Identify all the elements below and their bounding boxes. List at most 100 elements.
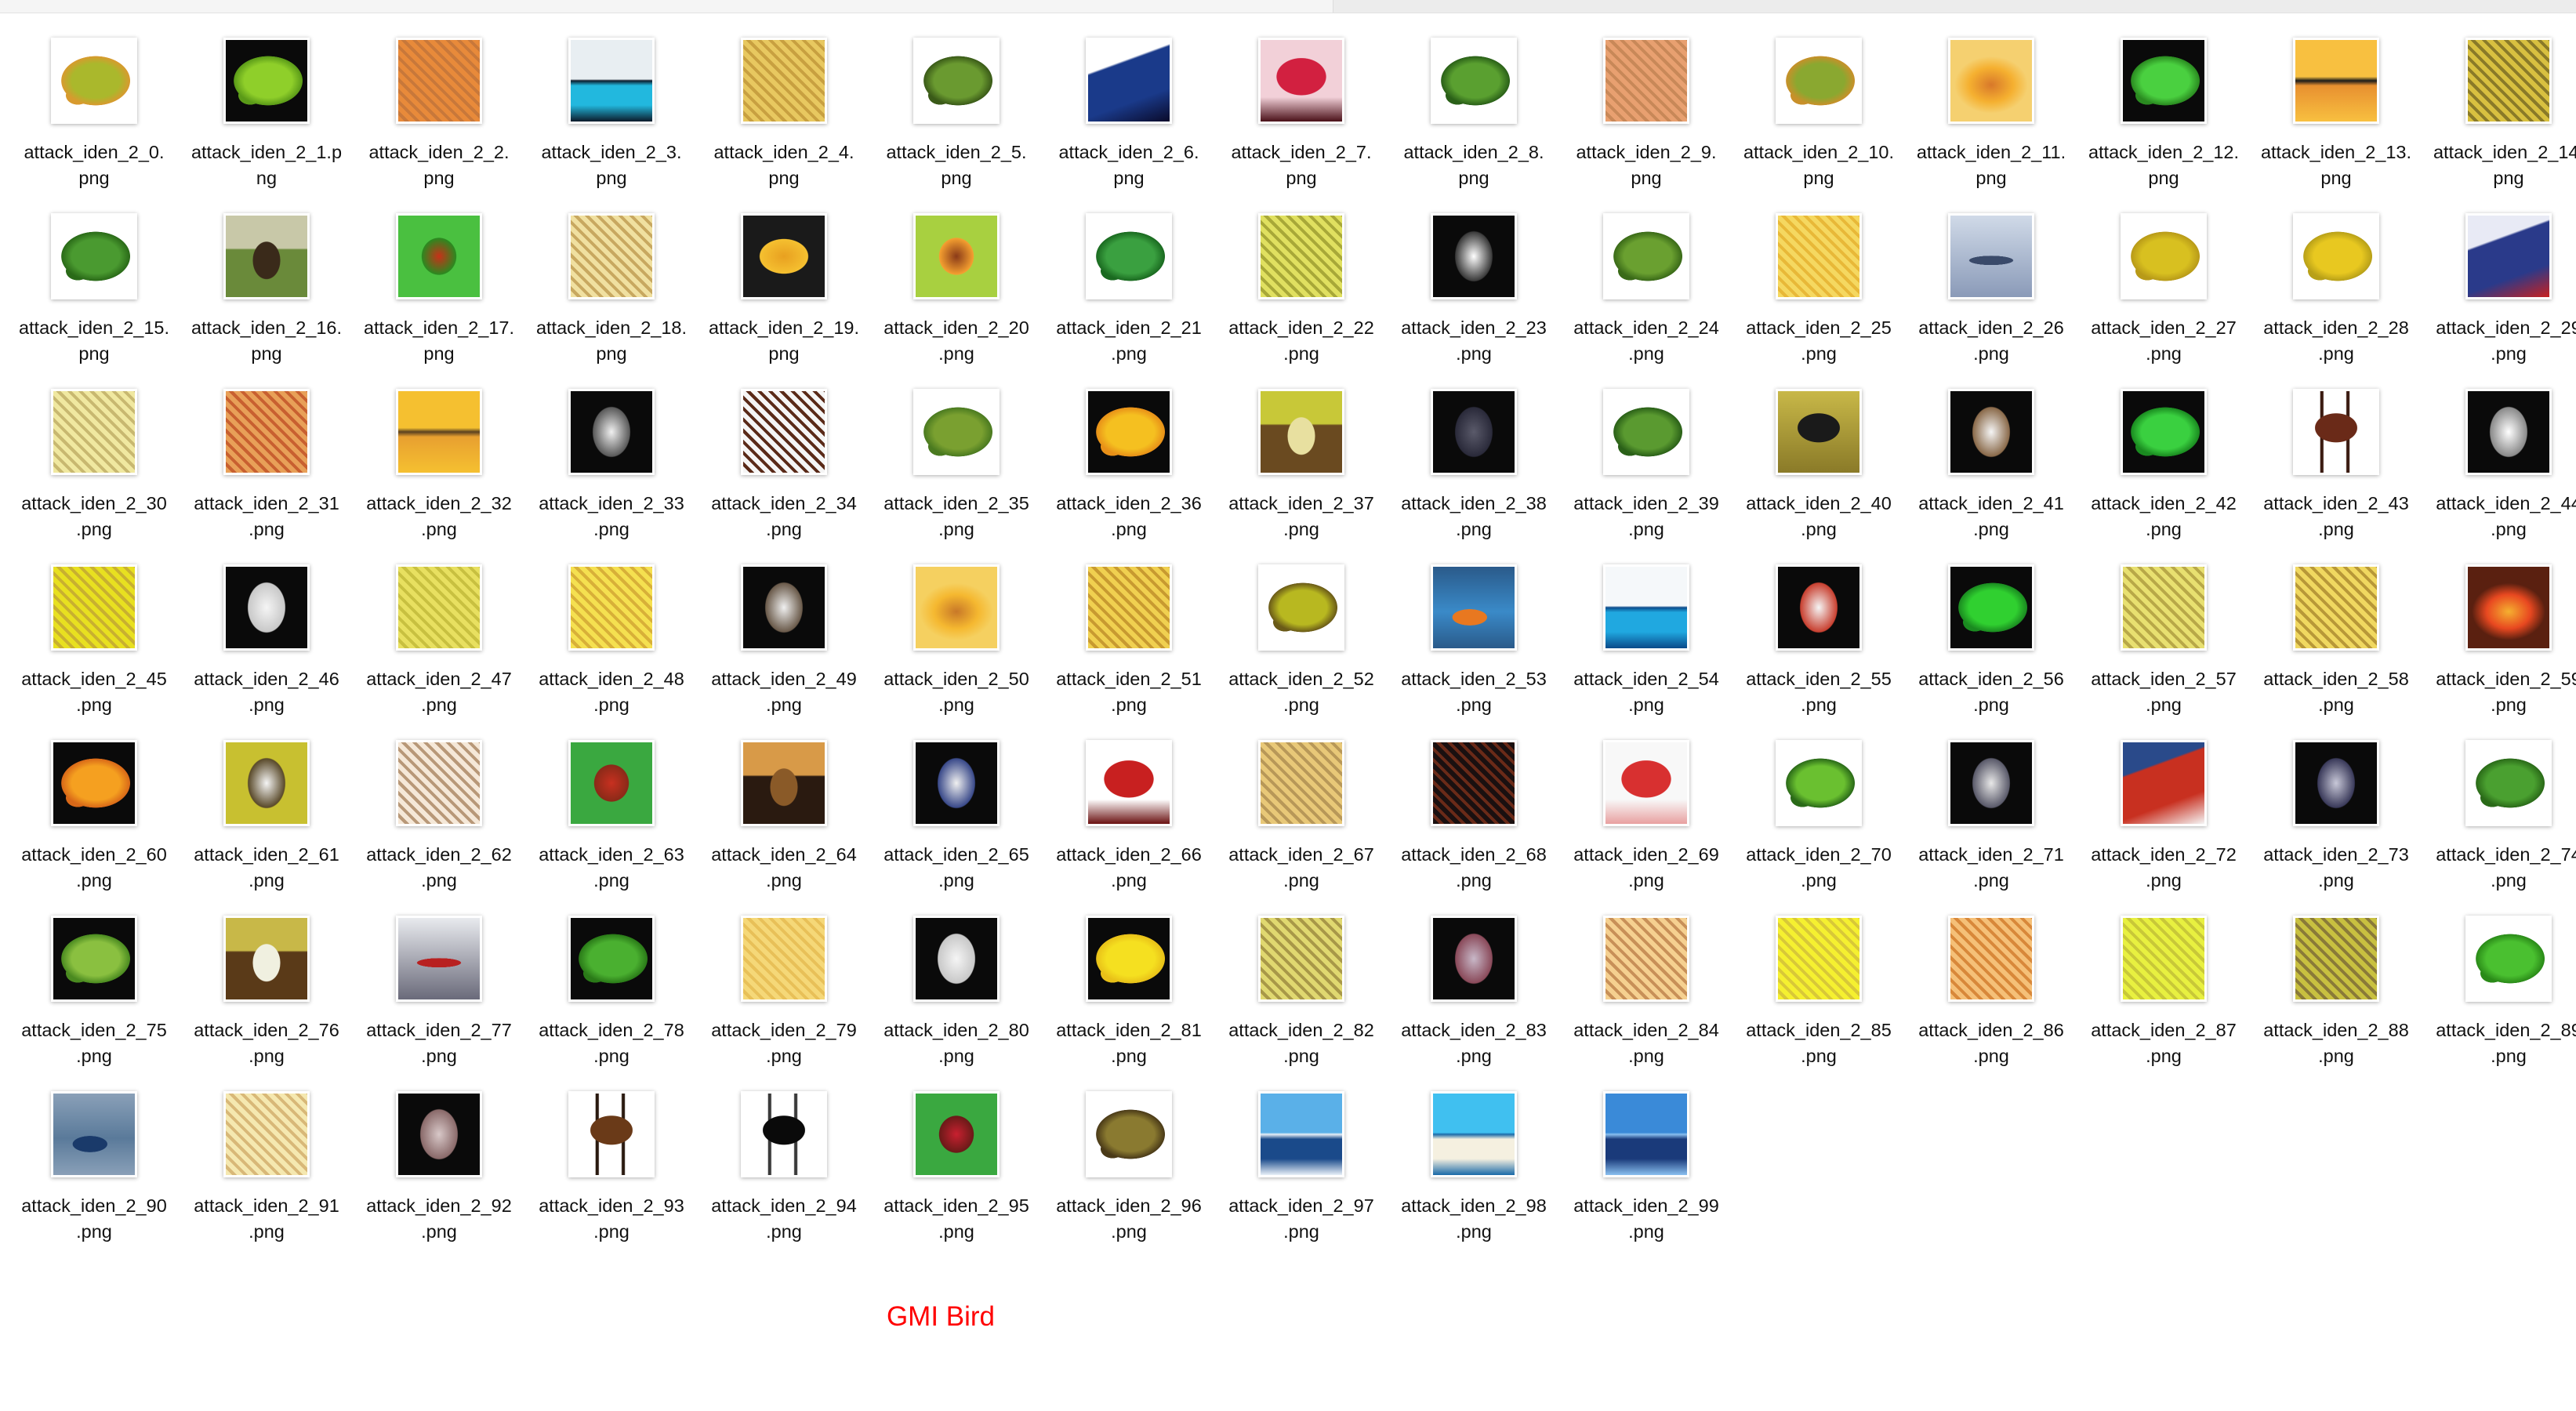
file-item[interactable]: attack_iden_2_82 .png xyxy=(1215,878,1388,1066)
file-item[interactable]: attack_iden_2_67 .png xyxy=(1215,702,1388,890)
image-thumbnail-frog-on-black[interactable] xyxy=(1086,389,1172,475)
file-item[interactable]: attack_iden_2_41 .png xyxy=(1905,351,2077,539)
image-thumbnail-sky-plane[interactable] xyxy=(396,916,482,1002)
file-item[interactable]: attack_iden_2_68 .png xyxy=(1388,702,1560,890)
file-item[interactable]: attack_iden_2_53 .png xyxy=(1388,527,1560,715)
image-thumbnail-textured-yellow[interactable] xyxy=(223,1091,310,1177)
image-thumbnail-textured-yellow[interactable] xyxy=(396,564,482,651)
file-item[interactable]: attack_iden_2_79 .png xyxy=(698,878,870,1066)
file-item[interactable]: attack_iden_2_34 .png xyxy=(698,351,870,539)
file-item[interactable]: attack_iden_2_13. png xyxy=(2250,0,2422,188)
file-item[interactable]: attack_iden_2_69 .png xyxy=(1560,702,1732,890)
file-item[interactable]: attack_iden_2_35 .png xyxy=(870,351,1043,539)
image-thumbnail-dark-dog[interactable] xyxy=(396,1091,482,1177)
image-thumbnail-frog-on-black[interactable] xyxy=(1948,564,2034,651)
image-thumbnail-textured-yellow[interactable] xyxy=(1258,213,1344,299)
file-item[interactable]: attack_iden_2_44 .png xyxy=(2422,351,2576,539)
image-thumbnail-sky-sea[interactable] xyxy=(1603,1091,1689,1177)
file-item[interactable]: attack_iden_2_90 .png xyxy=(8,1054,180,1242)
file-item[interactable]: attack_iden_2_95 .png xyxy=(870,1054,1043,1242)
file-item[interactable]: attack_iden_2_83 .png xyxy=(1388,878,1560,1066)
image-thumbnail-textured-yellow[interactable] xyxy=(1086,564,1172,651)
file-item[interactable]: attack_iden_2_52 .png xyxy=(1215,527,1388,715)
image-thumbnail-sky-sea[interactable] xyxy=(1431,1091,1517,1177)
file-item[interactable]: attack_iden_2_92 .png xyxy=(353,1054,525,1242)
image-thumbnail-orange-blur[interactable] xyxy=(1948,38,2034,124)
image-thumbnail-red-on-green[interactable] xyxy=(568,740,655,826)
image-thumbnail-blue-ship[interactable] xyxy=(1086,38,1172,124)
file-item[interactable]: attack_iden_2_57 .png xyxy=(2077,527,2250,715)
image-thumbnail-textured-yellow[interactable] xyxy=(568,564,655,651)
image-thumbnail-dark-dog[interactable] xyxy=(223,740,310,826)
file-item[interactable]: attack_iden_2_43 .png xyxy=(2250,351,2422,539)
image-thumbnail-textured-brown[interactable] xyxy=(1948,916,2034,1002)
file-item[interactable]: attack_iden_2_72 .png xyxy=(2077,702,2250,890)
file-item[interactable]: attack_iden_2_1.p ng xyxy=(180,0,353,188)
image-thumbnail-frog-on-white[interactable] xyxy=(1258,564,1344,651)
file-item[interactable]: attack_iden_2_84 .png xyxy=(1560,878,1732,1066)
file-item[interactable]: attack_iden_2_58 .png xyxy=(2250,527,2422,715)
image-thumbnail-dark-dog[interactable] xyxy=(913,916,1000,1002)
file-item[interactable]: attack_iden_2_81 .png xyxy=(1043,878,1215,1066)
image-thumbnail-frog-on-white[interactable] xyxy=(2465,740,2552,826)
image-thumbnail-frog-on-white[interactable] xyxy=(1603,389,1689,475)
image-thumbnail-frog-on-white[interactable] xyxy=(1086,1091,1172,1177)
image-thumbnail-frog-on-black[interactable] xyxy=(568,916,655,1002)
image-thumbnail-dark-dog[interactable] xyxy=(1948,389,2034,475)
image-thumbnail-textured-yellow[interactable] xyxy=(568,213,655,299)
file-item[interactable]: attack_iden_2_28 .png xyxy=(2250,176,2422,364)
file-item[interactable]: attack_iden_2_62 .png xyxy=(353,702,525,890)
image-thumbnail-frog-on-white[interactable] xyxy=(913,389,1000,475)
image-thumbnail-textured-brown[interactable] xyxy=(396,38,482,124)
file-item[interactable]: attack_iden_2_99 .png xyxy=(1560,1054,1732,1242)
image-thumbnail-frog-on-white[interactable] xyxy=(1603,213,1689,299)
file-item[interactable]: attack_iden_2_73 .png xyxy=(2250,702,2422,890)
image-thumbnail-red-on-green[interactable] xyxy=(913,213,1000,299)
image-thumbnail-textured-yellow[interactable] xyxy=(2121,916,2207,1002)
file-item[interactable]: attack_iden_2_8. png xyxy=(1388,0,1560,188)
file-item[interactable]: attack_iden_2_3. png xyxy=(525,0,698,188)
image-thumbnail-horse-on-white[interactable] xyxy=(741,1091,827,1177)
file-item[interactable]: attack_iden_2_5. png xyxy=(870,0,1043,188)
file-item[interactable]: attack_iden_2_10. png xyxy=(1732,0,1905,188)
file-item[interactable]: attack_iden_2_9. png xyxy=(1560,0,1732,188)
image-thumbnail-textured-yellow[interactable] xyxy=(741,38,827,124)
file-item[interactable]: attack_iden_2_48 .png xyxy=(525,527,698,715)
image-thumbnail-sky-sea[interactable] xyxy=(568,38,655,124)
image-thumbnail-field-animal[interactable] xyxy=(1258,389,1344,475)
file-item[interactable]: attack_iden_2_97 .png xyxy=(1215,1054,1388,1242)
file-item[interactable]: attack_iden_2_18. png xyxy=(525,176,698,364)
image-thumbnail-frog-on-black[interactable] xyxy=(51,740,137,826)
file-item[interactable]: attack_iden_2_55 .png xyxy=(1732,527,1905,715)
image-thumbnail-textured-brown[interactable] xyxy=(396,740,482,826)
file-item[interactable]: attack_iden_2_24 .png xyxy=(1560,176,1732,364)
image-thumbnail-dark-dog[interactable] xyxy=(741,564,827,651)
image-thumbnail-blue-ship[interactable] xyxy=(2121,740,2207,826)
file-item[interactable]: attack_iden_2_31 .png xyxy=(180,351,353,539)
file-item[interactable]: attack_iden_2_21 .png xyxy=(1043,176,1215,364)
file-item[interactable]: attack_iden_2_65 .png xyxy=(870,702,1043,890)
image-thumbnail-yellow-truck[interactable] xyxy=(741,213,827,299)
image-thumbnail-textured-yellow[interactable] xyxy=(2465,38,2552,124)
file-item[interactable]: attack_iden_2_49 .png xyxy=(698,527,870,715)
image-thumbnail-red-truck[interactable] xyxy=(1603,740,1689,826)
image-thumbnail-dark-dog[interactable] xyxy=(223,564,310,651)
image-thumbnail-dark-dog[interactable] xyxy=(1431,213,1517,299)
image-thumbnail-dark-dog[interactable] xyxy=(913,740,1000,826)
image-thumbnail-blue-ship[interactable] xyxy=(2465,213,2552,299)
file-item[interactable]: attack_iden_2_71 .png xyxy=(1905,702,2077,890)
file-item[interactable]: attack_iden_2_76 .png xyxy=(180,878,353,1066)
file-item[interactable]: attack_iden_2_61 .png xyxy=(180,702,353,890)
image-thumbnail-textured-yellow[interactable] xyxy=(1776,213,1862,299)
file-item[interactable]: attack_iden_2_87 .png xyxy=(2077,878,2250,1066)
image-thumbnail-red-truck[interactable] xyxy=(1086,740,1172,826)
image-thumbnail-dark-dog[interactable] xyxy=(1431,389,1517,475)
file-item[interactable]: attack_iden_2_85 .png xyxy=(1732,878,1905,1066)
image-thumbnail-dark-dog[interactable] xyxy=(2293,740,2379,826)
image-thumbnail-sea-boat[interactable] xyxy=(51,1091,137,1177)
image-thumbnail-frog-on-white[interactable] xyxy=(913,38,1000,124)
image-thumbnail-sky-sea[interactable] xyxy=(1258,1091,1344,1177)
file-item[interactable]: attack_iden_2_38 .png xyxy=(1388,351,1560,539)
file-item[interactable]: attack_iden_2_15. png xyxy=(8,176,180,364)
image-thumbnail-dark-dog[interactable] xyxy=(1776,564,1862,651)
